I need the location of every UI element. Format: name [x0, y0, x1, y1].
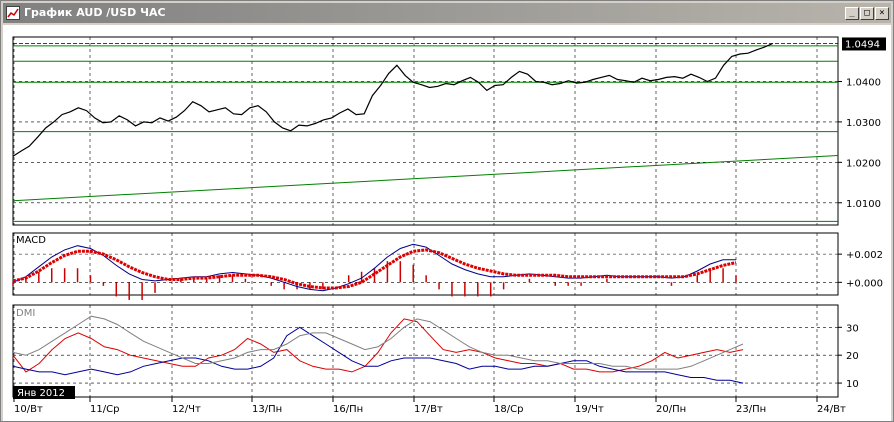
dmi-y-tick-label: 30 — [846, 323, 859, 334]
x-tick-label: 24/Вт — [817, 404, 846, 415]
window-title: График AUD /USD ЧАС — [24, 6, 166, 19]
date-box: Янв 2012 — [13, 386, 75, 399]
title-bar[interactable]: График AUD /USD ЧАС _ □ × — [3, 3, 891, 23]
dmi-y-tick-label: 10 — [846, 379, 859, 390]
x-tick-label: 20/Пн — [656, 404, 686, 415]
date-box-label: Янв 2012 — [17, 388, 65, 399]
x-tick-label: 17/Вт — [414, 404, 443, 415]
minimize-button[interactable]: _ — [845, 7, 859, 20]
x-tick-label: 16/Пн — [333, 404, 363, 415]
price-y-tick-label: 1.0100 — [846, 199, 881, 210]
dmi-label: DMI — [16, 308, 35, 319]
x-tick-label: 12/Чт — [172, 404, 201, 415]
panel-price-frame — [12, 36, 839, 226]
chart-icon — [6, 6, 20, 20]
current-price-label: 1.0494 — [845, 39, 880, 50]
dmi-y-tick-label: 20 — [846, 351, 859, 362]
x-tick-label: 11/Ср — [90, 404, 119, 415]
price-y-tick-label: 1.0300 — [846, 118, 881, 129]
panel-macd-frame — [12, 232, 839, 296]
price-y-tick-label: 1.0200 — [846, 158, 881, 169]
x-tick-label: 10/Вт — [14, 404, 43, 415]
macd-y-tick-label: +0.002 — [846, 250, 883, 261]
close-button[interactable]: × — [875, 7, 889, 20]
x-tick-label: 18/Ср — [494, 404, 523, 415]
price-y-tick-label: 1.0400 — [846, 77, 881, 88]
current-price-tag: 1.0494 — [842, 37, 886, 51]
panel-dmi-frame — [12, 304, 839, 398]
maximize-button[interactable]: □ — [860, 7, 874, 20]
chart-window: График AUD /USD ЧАС _ □ × 1.0400 1.0300 1.… — [0, 0, 894, 422]
macd-y-tick-label: +0.000 — [846, 278, 883, 289]
chart-canvas[interactable]: 1.0400 1.0300 1.0200 1.0100 1.0494 +0.002 +0.0… — [3, 25, 891, 421]
chart-area[interactable]: 1.0400 1.0300 1.0200 1.0100 1.0494 +0.002 +0.0… — [3, 25, 891, 421]
x-tick-label: 13/Пн — [252, 404, 282, 415]
x-tick-label: 19/Чт — [575, 404, 604, 415]
macd-label: MACD — [16, 235, 46, 246]
x-tick-label: 23/Пн — [736, 404, 766, 415]
